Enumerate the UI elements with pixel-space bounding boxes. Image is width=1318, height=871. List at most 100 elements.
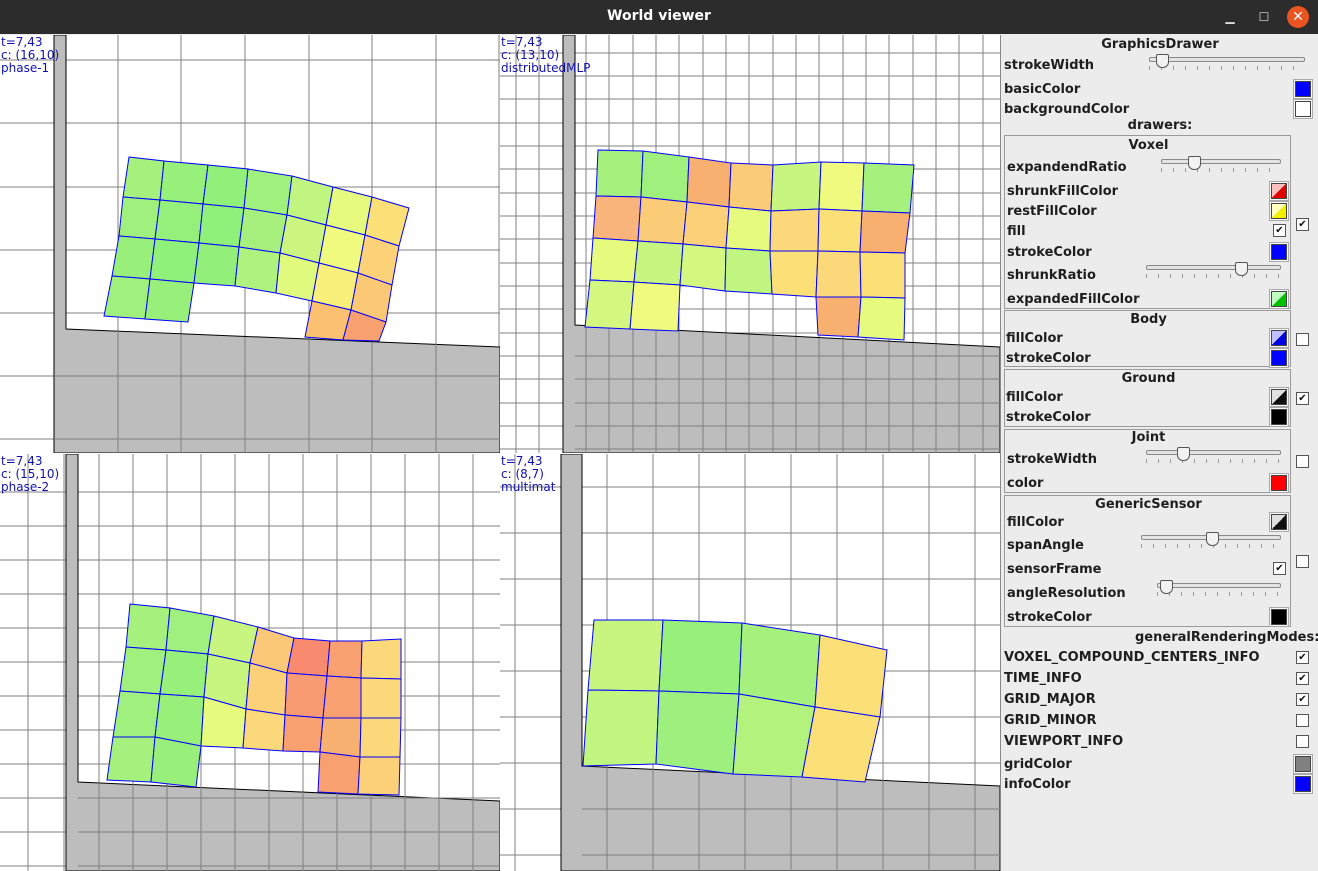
sensor-fill-color-button[interactable]: [1269, 512, 1289, 532]
rest-fill-color-button[interactable]: [1269, 201, 1289, 221]
grid-color-label: gridColor: [1004, 757, 1072, 772]
mode-label: GRID_MAJOR: [1004, 692, 1096, 707]
rest-fill-color-label: restFillColor: [1007, 204, 1097, 219]
joint-title: Joint: [1131, 430, 1166, 445]
maximize-icon[interactable]: ☐: [1253, 6, 1275, 28]
mode-checkbox-grid-major[interactable]: ✔: [1296, 693, 1309, 706]
mode-label: VOXEL_COMPOUND_CENTERS_INFO: [1004, 650, 1260, 665]
color-swatch: [1271, 475, 1287, 491]
sensor-frame-label: sensorFrame: [1007, 562, 1102, 577]
viewport-info: t=7,43 c: (15,10) phase-2: [1, 455, 59, 494]
expanded-fill-color-button[interactable]: [1269, 289, 1289, 309]
ground-title: Ground: [1121, 371, 1176, 386]
viewport-phase-2[interactable]: t=7,43 c: (15,10) phase-2: [0, 454, 500, 871]
minimize-icon[interactable]: ▁: [1219, 6, 1241, 28]
shrunk-ratio-slider[interactable]: [1146, 261, 1281, 279]
title-bar: World viewer ▁ ☐ ✕: [0, 0, 1318, 34]
slider-thumb[interactable]: [1177, 447, 1190, 461]
window-title: World viewer: [607, 8, 711, 24]
background-color-label: backgroundColor: [1004, 102, 1130, 117]
color-swatch: [1271, 244, 1287, 260]
viewport-name: phase-1: [1, 61, 50, 75]
slider-thumb[interactable]: [1188, 156, 1201, 170]
info-color-button[interactable]: [1293, 774, 1313, 794]
ground-group: Ground fillColor strokeColor: [1004, 369, 1291, 427]
color-swatch: [1271, 183, 1287, 199]
settings-panel: GraphicsDrawer strokeWidth basicColor ba…: [1000, 35, 1318, 871]
color-swatch: [1271, 203, 1287, 219]
shrunk-ratio-label: shrunkRatio: [1007, 268, 1096, 283]
viewport-distributedMLP[interactable]: t=7,43 c: (13,10) distributedMLP: [500, 35, 1000, 453]
color-swatch: [1295, 776, 1311, 792]
voxel-enabled-checkbox[interactable]: ✔: [1296, 218, 1309, 231]
body-group: Body fillColor strokeColor: [1004, 310, 1291, 368]
mode-checkbox-viewport-info[interactable]: [1296, 735, 1309, 748]
basic-color-label: basicColor: [1004, 82, 1081, 97]
span-angle-label: spanAngle: [1007, 538, 1084, 553]
slider-thumb[interactable]: [1235, 262, 1248, 276]
color-swatch: [1295, 101, 1311, 117]
background-color-button[interactable]: [1293, 99, 1313, 119]
mode-checkbox-grid-minor[interactable]: [1296, 714, 1309, 727]
graphics-drawer-title: GraphicsDrawer: [1101, 37, 1219, 52]
body-enabled-checkbox[interactable]: [1296, 333, 1309, 346]
mode-label: GRID_MINOR: [1004, 713, 1097, 728]
body-fill-color-button[interactable]: [1269, 328, 1289, 348]
sensor-frame-checkbox[interactable]: ✔: [1273, 562, 1286, 575]
ground-fill-color-label: fillColor: [1006, 390, 1063, 405]
viewport-name: distributedMLP: [501, 61, 591, 75]
sensor-stroke-color-label: strokeColor: [1007, 610, 1092, 625]
viewport-info: t=7,43 c: (8,7) multimat: [501, 455, 555, 494]
color-swatch: [1295, 81, 1311, 97]
robot-voxels: [106, 603, 402, 796]
viewport-canvas: [0, 454, 500, 871]
stroke-color-label: strokeColor: [1007, 245, 1092, 260]
color-swatch: [1271, 609, 1287, 625]
body-stroke-color-button[interactable]: [1269, 348, 1289, 368]
slider-thumb[interactable]: [1156, 54, 1169, 68]
viewport-info: t=7,43 c: (13,10) distributedMLP: [501, 36, 590, 75]
close-icon[interactable]: ✕: [1287, 6, 1309, 28]
body-stroke-color-label: strokeColor: [1006, 351, 1091, 366]
ground-fill-color-button[interactable]: [1269, 387, 1289, 407]
ground-stroke-color-button[interactable]: [1269, 407, 1289, 427]
mode-label: VIEWPORT_INFO: [1004, 734, 1124, 749]
ground-stroke-color-label: strokeColor: [1006, 410, 1091, 425]
shrunk-fill-color-button[interactable]: [1269, 181, 1289, 201]
angle-resolution-slider[interactable]: [1157, 579, 1281, 597]
rendering-modes-title: generalRenderingModes:: [1135, 630, 1318, 645]
sensor-enabled-checkbox[interactable]: [1296, 555, 1309, 568]
fill-label: fill: [1007, 224, 1026, 239]
joint-stroke-width-slider[interactable]: [1146, 446, 1281, 464]
stroke-width-label: strokeWidth: [1004, 58, 1094, 73]
expanded-ratio-slider[interactable]: [1161, 155, 1281, 173]
joint-enabled-checkbox[interactable]: [1296, 455, 1309, 468]
joint-color-button[interactable]: [1269, 473, 1289, 493]
ground-enabled-checkbox[interactable]: ✔: [1296, 392, 1309, 405]
joint-color-label: color: [1007, 476, 1044, 491]
voxel-fill-checkbox[interactable]: ✔: [1273, 224, 1286, 237]
grid-color-button[interactable]: [1293, 754, 1313, 774]
sensor-group: GenericSensor fillColor spanAngle sensor…: [1004, 495, 1291, 627]
viewport-canvas: [0, 35, 500, 453]
span-angle-slider[interactable]: [1141, 531, 1281, 549]
voxel-stroke-color-button[interactable]: [1269, 242, 1289, 262]
drawers-title: drawers:: [1127, 118, 1193, 133]
slider-thumb[interactable]: [1160, 580, 1173, 594]
joint-stroke-width-label: strokeWidth: [1007, 452, 1097, 467]
voxel-group: Voxel expandendRatio shrunkFillColor res…: [1004, 135, 1291, 309]
viewport-multimat[interactable]: t=7,43 c: (8,7) multimat: [500, 454, 1000, 871]
basic-color-button[interactable]: [1293, 79, 1313, 99]
viewport-canvas: [500, 35, 1000, 453]
viewport-phase-1[interactable]: t=7,43 c: (16,10) phase-1: [0, 35, 500, 453]
color-swatch: [1271, 409, 1287, 425]
sensor-stroke-color-button[interactable]: [1269, 607, 1289, 627]
slider-thumb[interactable]: [1206, 532, 1219, 546]
stroke-width-slider[interactable]: [1149, 53, 1305, 71]
sensor-title: GenericSensor: [1095, 497, 1202, 512]
mode-checkbox-time-info[interactable]: ✔: [1296, 672, 1309, 685]
mode-checkbox-voxel-compound-centers-info[interactable]: ✔: [1296, 651, 1309, 664]
color-swatch: [1271, 291, 1287, 307]
color-swatch: [1271, 350, 1287, 366]
body-title: Body: [1130, 312, 1167, 327]
